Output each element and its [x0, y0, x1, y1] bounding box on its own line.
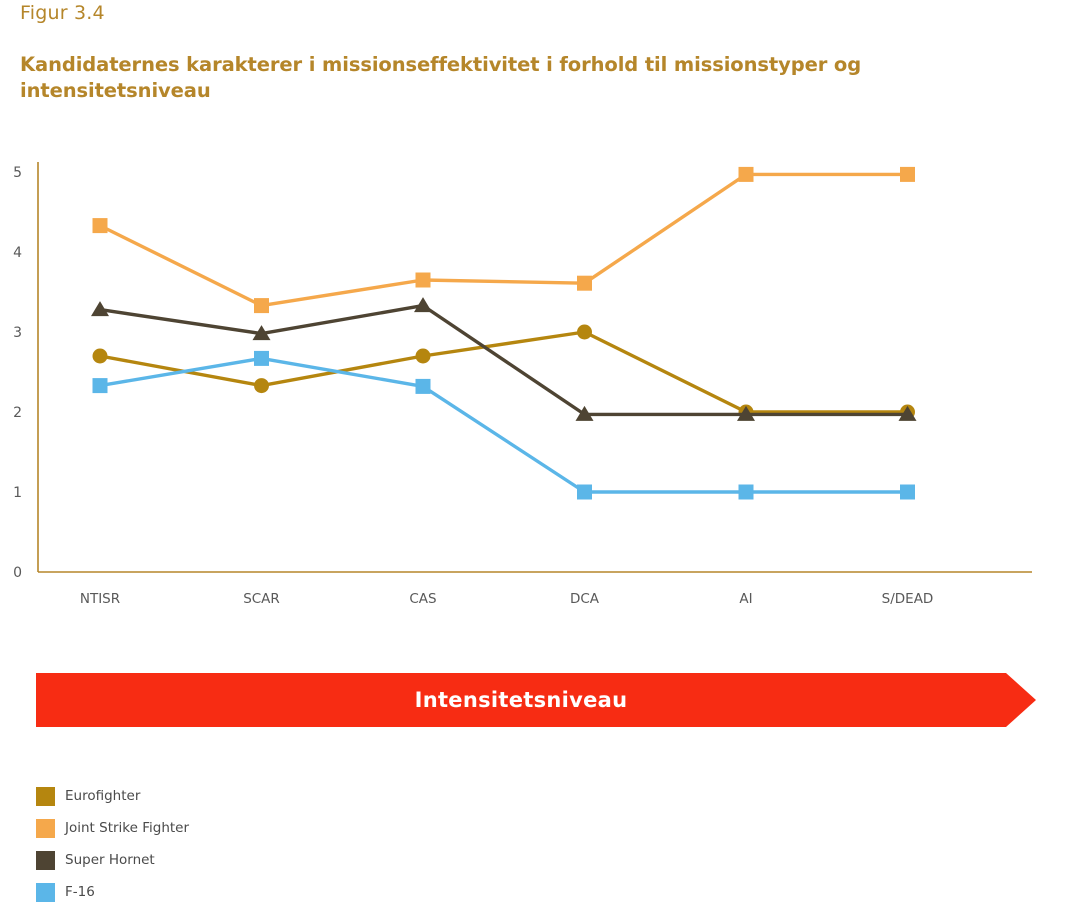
series-joint-strike-fighter — [92, 166, 915, 314]
series-super-hornet — [91, 297, 917, 421]
series-f-16 — [92, 350, 915, 500]
series-eurofighter — [92, 324, 915, 420]
y-tick-label: 3 — [13, 325, 22, 341]
legend-item: Joint Strike Fighter — [36, 812, 189, 844]
data-point-marker — [577, 324, 592, 340]
x-tick-label: NTISR — [80, 591, 120, 607]
data-point-marker — [900, 166, 915, 182]
legend-item-label: Super Hornet — [65, 852, 155, 868]
legend-item: Eurofighter — [36, 780, 189, 812]
data-point-marker — [92, 218, 108, 234]
x-tick-label: AI — [739, 591, 752, 607]
series-line — [98, 172, 910, 308]
legend-item: Super Hornet — [36, 844, 189, 876]
data-point-marker — [738, 166, 754, 182]
x-tick-label: S/DEAD — [882, 591, 934, 607]
line-chart: 0 1 2 3 4 5 NTISR SCAR CAS DCA AI S/DEAD — [13, 162, 1032, 607]
x-tick-label: DCA — [570, 591, 600, 607]
legend-item-label: F-16 — [65, 884, 95, 900]
data-point-marker — [92, 348, 108, 364]
legend-swatch-icon — [36, 850, 55, 870]
data-point-marker — [577, 275, 592, 291]
chart-legend: Eurofighter Joint Strike Fighter Super Hor… — [36, 780, 189, 908]
chart-plot-area: 0 1 2 3 4 5 NTISR SCAR CAS DCA AI S/DEAD — [0, 0, 1070, 640]
y-axis: 0 1 2 3 4 5 — [13, 162, 39, 581]
legend-item: F-16 — [36, 876, 189, 908]
data-point-marker — [900, 484, 915, 500]
data-point-marker — [254, 378, 269, 394]
intensity-banner: Intensitetsniveau — [36, 673, 1036, 727]
data-point-marker — [91, 301, 109, 317]
y-tick-label: 5 — [13, 165, 22, 181]
legend-swatch-icon — [36, 882, 55, 902]
y-tick-label: 0 — [13, 565, 22, 581]
data-point-marker — [415, 378, 431, 394]
series-line — [98, 330, 910, 414]
data-point-marker — [92, 378, 108, 394]
x-axis: NTISR SCAR CAS DCA AI S/DEAD — [38, 571, 1032, 607]
y-tick-label: 4 — [13, 245, 22, 261]
legend-item-label: Eurofighter — [65, 788, 141, 804]
data-series-group — [91, 166, 917, 500]
data-point-marker — [254, 350, 269, 366]
y-tick-label: 1 — [13, 485, 22, 501]
x-tick-label: SCAR — [243, 591, 280, 607]
x-tick-label: CAS — [409, 591, 436, 607]
data-point-marker — [577, 484, 592, 500]
legend-item-label: Joint Strike Fighter — [65, 820, 190, 836]
banner-label: Intensitetsniveau — [414, 688, 628, 712]
data-point-marker — [254, 298, 269, 314]
data-point-marker — [414, 297, 432, 313]
legend-swatch-icon — [36, 786, 55, 806]
y-tick-label: 2 — [13, 405, 22, 421]
data-point-marker — [415, 272, 431, 288]
legend-swatch-icon — [36, 818, 55, 838]
series-line — [98, 303, 910, 417]
data-point-marker — [415, 348, 431, 364]
data-point-marker — [738, 484, 754, 500]
